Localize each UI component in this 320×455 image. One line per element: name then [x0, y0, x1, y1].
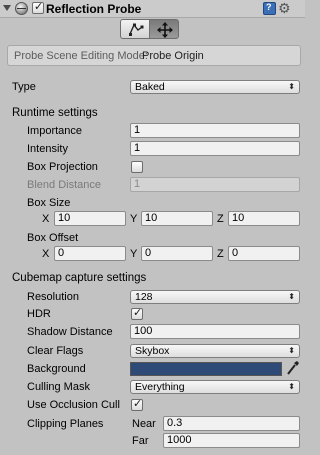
type-label: Type: [12, 81, 36, 93]
intensity-field[interactable]: 1: [130, 141, 300, 156]
check-icon: ✓: [34, 1, 44, 13]
box-size-z-field[interactable]: 10: [228, 211, 300, 226]
importance-field[interactable]: 1: [130, 123, 300, 138]
eyedropper-icon[interactable]: [286, 360, 300, 376]
box-size-y-label: Y: [130, 213, 138, 225]
resolution-label: Resolution: [27, 291, 79, 303]
probe-editing-mode-value: Probe Origin: [142, 50, 204, 62]
runtime-settings-heading: Runtime settings: [12, 107, 98, 119]
box-offset-y-label: Y: [130, 248, 138, 260]
box-size-y-field[interactable]: 10: [141, 211, 213, 226]
clear-flags-label: Clear Flags: [27, 345, 84, 357]
shadow-distance-label: Shadow Distance: [27, 326, 113, 338]
resolution-dropdown-value: 128: [135, 291, 153, 303]
check-icon: ✓: [133, 398, 143, 410]
move-origin-button[interactable]: [149, 19, 179, 39]
background-color-field[interactable]: [130, 362, 282, 376]
blend-distance-label: Blend Distance: [27, 179, 101, 191]
box-offset-label: Box Offset: [27, 232, 79, 244]
blend-distance-field[interactable]: 1: [130, 177, 300, 192]
probe-editing-mode-box: Probe Scene Editing Mode: Probe Origin: [7, 45, 301, 66]
box-offset-z-label: Z: [217, 248, 224, 260]
resolution-dropdown[interactable]: 128 ⬍: [130, 290, 300, 304]
box-offset-x-label: X: [42, 248, 50, 260]
box-offset-y-field[interactable]: 0: [141, 246, 213, 261]
clear-flags-dropdown-value: Skybox: [135, 345, 170, 357]
gear-icon[interactable]: ⚙: [278, 0, 291, 16]
use-occlusion-checkbox[interactable]: ✓: [131, 398, 143, 411]
component-title: Reflection Probe: [46, 2, 142, 16]
box-size-z-label: Z: [217, 213, 224, 225]
box-size-label: Box Size: [27, 197, 71, 209]
check-icon: ✓: [133, 307, 143, 319]
edit-bounds-button[interactable]: [120, 19, 150, 39]
clear-flags-dropdown[interactable]: Skybox ⬍: [130, 344, 300, 358]
near-field[interactable]: 0.3: [163, 416, 300, 431]
cubemap-settings-heading: Cubemap capture settings: [12, 272, 147, 284]
type-dropdown[interactable]: Baked ⬍: [130, 80, 300, 94]
eyedropper-icon-svg: [287, 361, 299, 375]
culling-mask-dropdown[interactable]: Everything ⬍: [130, 380, 300, 394]
far-label: Far: [132, 435, 149, 447]
culling-mask-label: Culling Mask: [27, 381, 90, 393]
clipping-planes-label: Clipping Planes: [27, 418, 104, 430]
hdr-label: HDR: [27, 308, 51, 320]
box-size-x-field[interactable]: 10: [54, 211, 126, 226]
dropdown-arrow-icon: ⬍: [288, 82, 295, 91]
importance-label: Importance: [27, 125, 83, 137]
move-origin-icon: [157, 22, 173, 38]
dropdown-arrow-icon: ⬍: [288, 292, 295, 301]
far-field[interactable]: 1000: [163, 433, 300, 448]
type-dropdown-value: Baked: [135, 81, 165, 93]
shadow-distance-field[interactable]: 100: [130, 324, 300, 339]
intensity-label: Intensity: [27, 143, 68, 155]
dropdown-arrow-icon: ⬍: [288, 346, 295, 355]
help-book-icon[interactable]: [263, 2, 276, 15]
box-projection-label: Box Projection: [27, 161, 98, 173]
dropdown-arrow-icon: ⬍: [288, 382, 295, 391]
culling-mask-dropdown-value: Everything: [135, 381, 185, 393]
hdr-checkbox[interactable]: ✓: [131, 307, 143, 320]
near-label: Near: [132, 418, 156, 430]
box-offset-x-field[interactable]: 0: [54, 246, 126, 261]
probe-editing-mode-label: Probe Scene Editing Mode:: [14, 50, 148, 62]
box-projection-checkbox[interactable]: [131, 161, 143, 173]
chevron-down-icon[interactable]: [3, 5, 11, 11]
component-enabled-checkbox[interactable]: ✓: [32, 1, 44, 14]
edit-bounds-icon: [129, 23, 144, 36]
box-size-x-label: X: [42, 213, 50, 225]
background-label: Background: [27, 363, 86, 375]
reflection-probe-icon: [15, 2, 28, 15]
box-offset-z-field[interactable]: 0: [228, 246, 300, 261]
use-occlusion-label: Use Occlusion Cull: [27, 399, 120, 411]
